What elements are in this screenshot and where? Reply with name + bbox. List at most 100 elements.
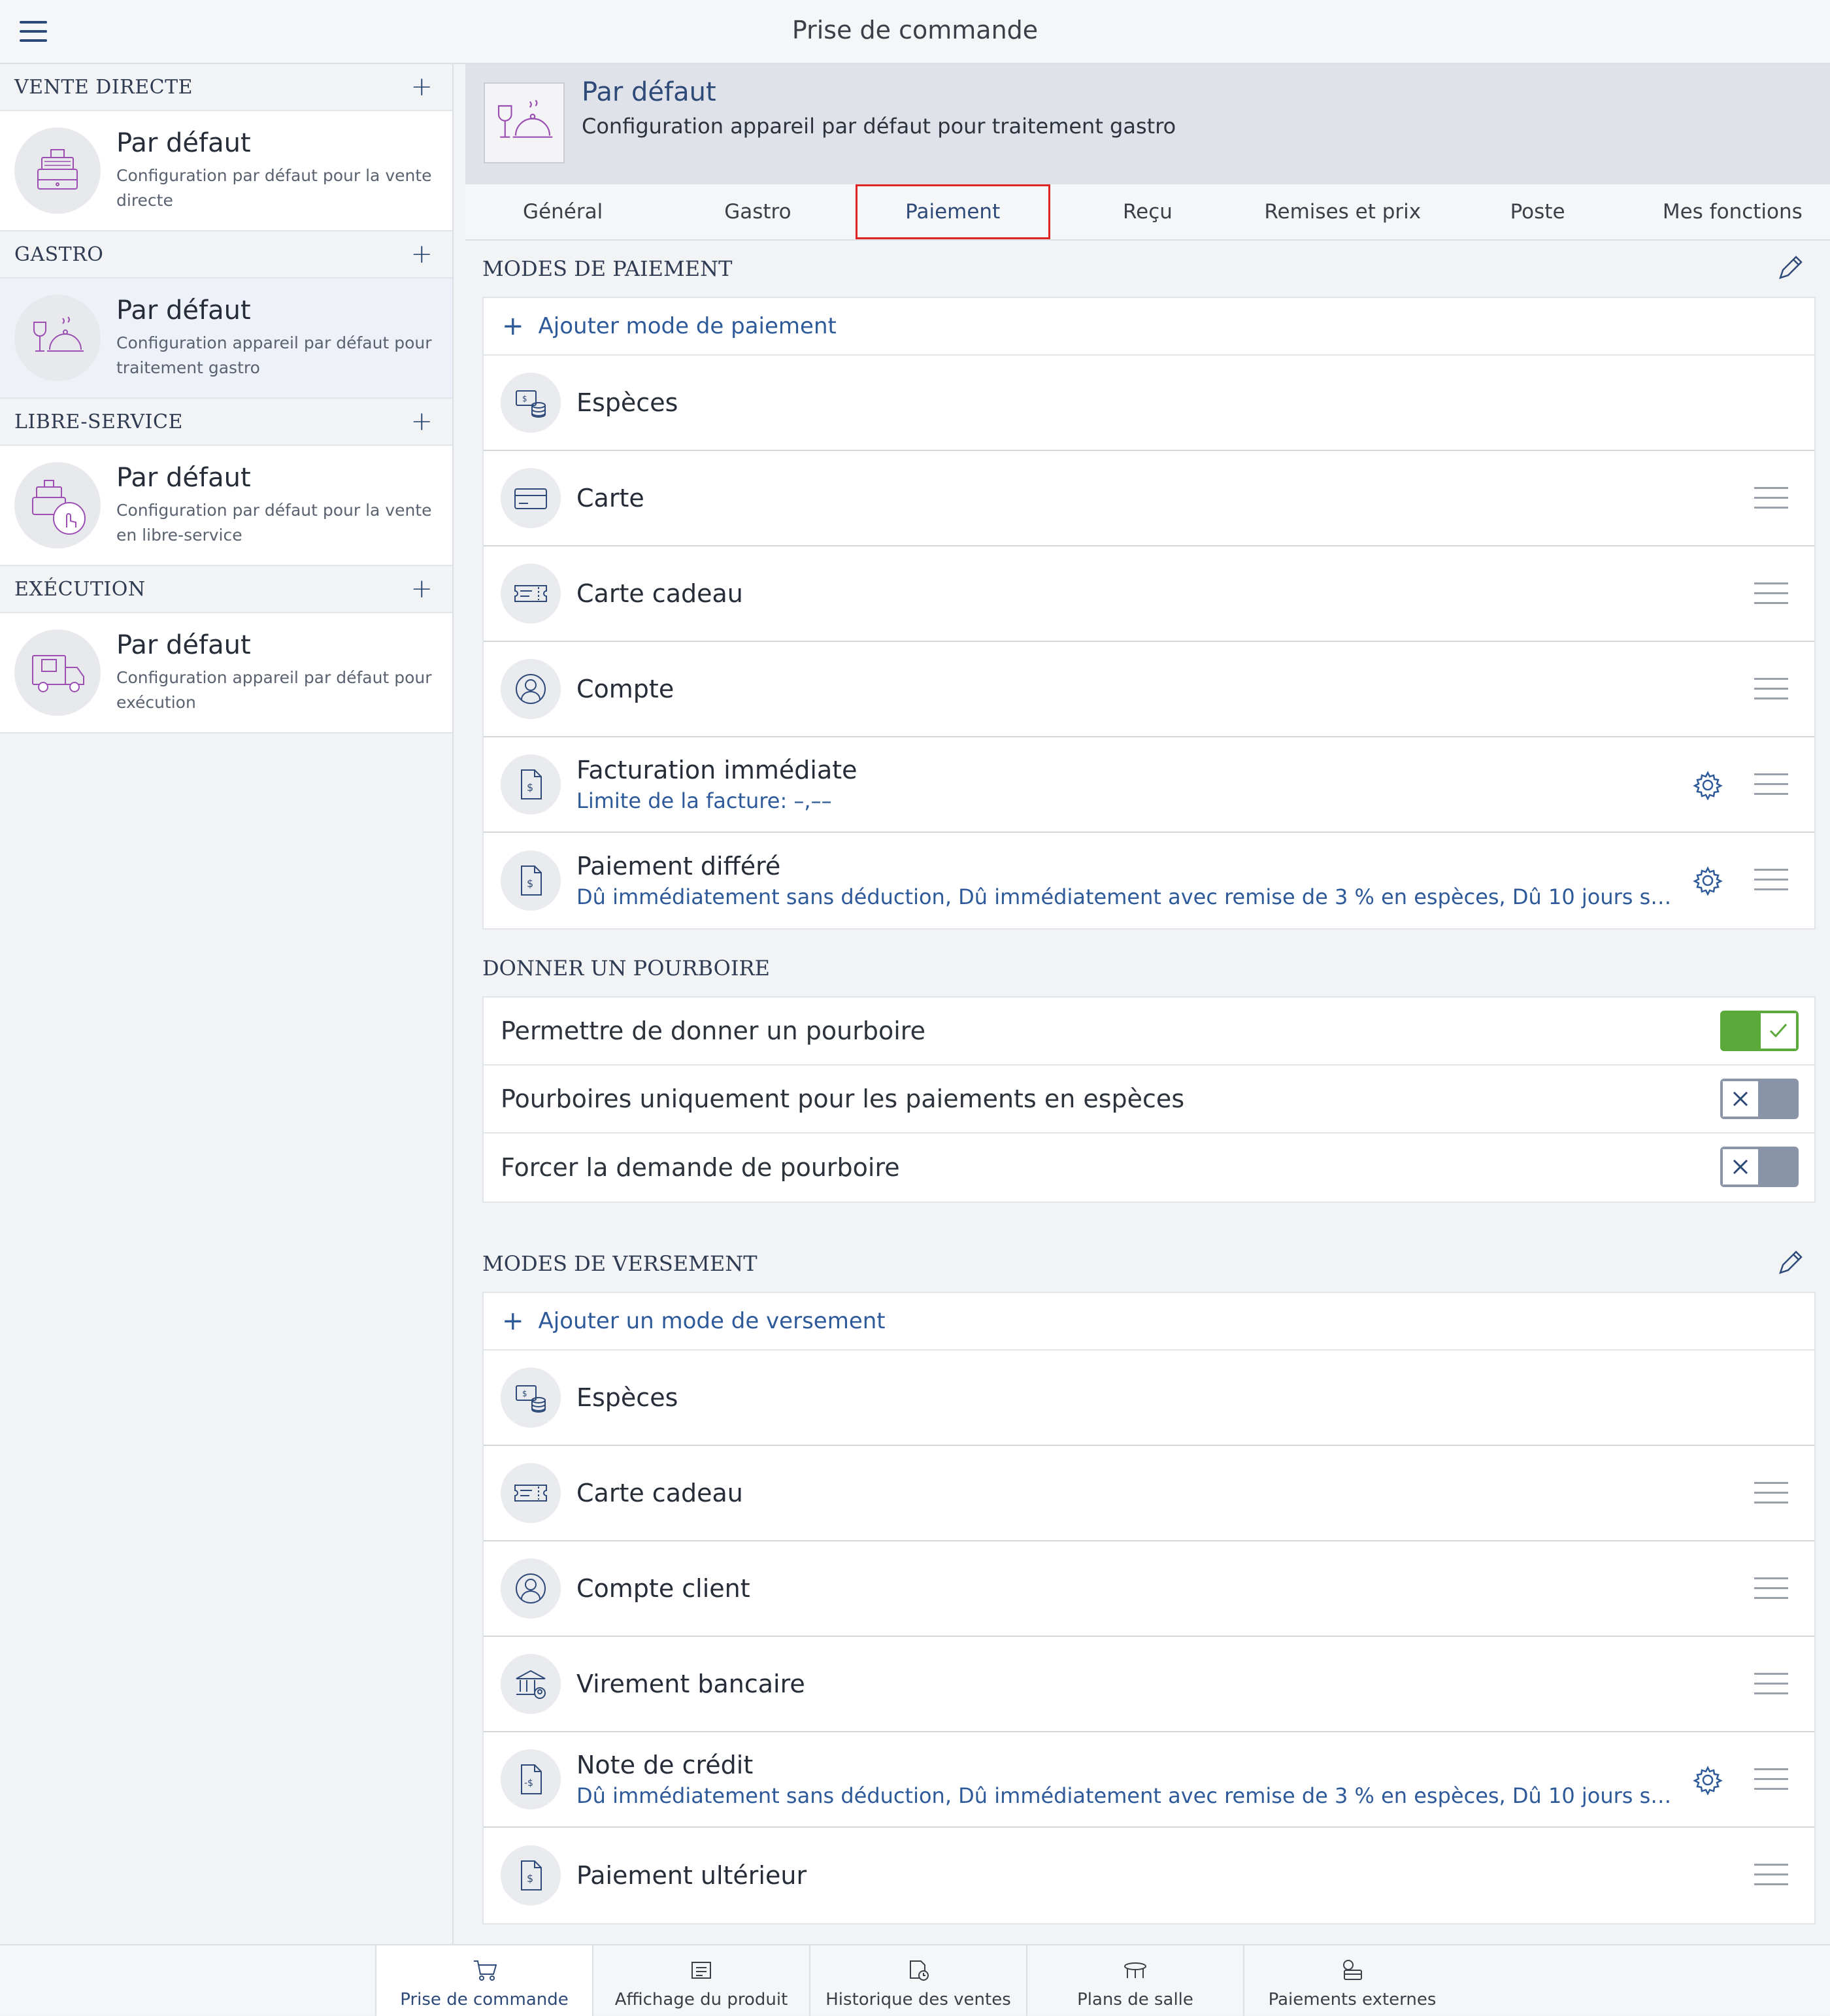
gear-icon[interactable]	[1693, 770, 1723, 800]
edit-icon[interactable]	[1775, 1249, 1804, 1278]
payout-mode-label: Carte cadeau	[576, 1479, 743, 1507]
drag-handle-icon[interactable]	[1754, 1768, 1788, 1798]
sidebar-item-gastro[interactable]: Par défaut Configuration appareil par dé…	[0, 278, 452, 399]
drag-handle-icon[interactable]	[1754, 582, 1788, 612]
sidebar-item-execution[interactable]: Par défaut Configuration appareil par dé…	[0, 613, 452, 733]
tab-mes-fonctions[interactable]: Mes fonctions	[1635, 184, 1830, 239]
payment-mode-label: Carte cadeau	[576, 579, 743, 608]
nav-plans-de-salle[interactable]: Plans de salle	[1026, 1945, 1243, 2016]
section-label: GASTRO	[14, 243, 104, 266]
user-icon	[501, 659, 561, 719]
payment-mode-carte[interactable]: Carte	[484, 451, 1814, 546]
sidebar-item-vente-directe[interactable]: Par défaut Configuration par défaut pour…	[0, 111, 452, 231]
invoice-icon: $	[501, 754, 561, 815]
check-icon	[1759, 1012, 1797, 1050]
sales-history-icon	[910, 1960, 929, 1981]
nav-label: Paiements externes	[1268, 1990, 1437, 2009]
drag-handle-icon[interactable]	[1754, 1482, 1788, 1511]
payment-mode-especes[interactable]: $ Espèces	[484, 356, 1814, 451]
payment-mode-paiement-differe[interactable]: $ Paiement différé Dû immédiatement sans…	[484, 833, 1814, 928]
card-icon	[501, 468, 561, 528]
tip-allow-row: Permettre de donner un pourboire	[484, 998, 1814, 1066]
allow-tip-toggle[interactable]	[1720, 1011, 1799, 1051]
payment-mode-label: Facturation immédiate	[576, 756, 857, 784]
svg-text:-$: -$	[524, 1778, 533, 1789]
tab-recu[interactable]: Reçu	[1050, 184, 1245, 239]
payment-mode-label: Paiement différé	[576, 852, 781, 881]
drag-handle-icon[interactable]	[1754, 678, 1788, 707]
tip-force-row: Forcer la demande de pourboire	[484, 1134, 1814, 1201]
section-label: VENTE DIRECTE	[14, 75, 193, 99]
cash-icon: $	[501, 373, 561, 433]
section-title: MODES DE PAIEMENT	[482, 256, 733, 281]
config-header: Par défaut Configuration appareil par dé…	[465, 64, 1830, 184]
tab-gastro[interactable]: Gastro	[660, 184, 855, 239]
payout-mode-especes[interactable]: $ Espèces	[484, 1351, 1814, 1446]
section-title: MODES DE VERSEMENT	[482, 1251, 757, 1276]
sidebar-section-execution: EXÉCUTION + Par défaut Configuration app…	[0, 566, 452, 733]
section-header: VENTE DIRECTE +	[0, 64, 452, 111]
payout-mode-compte-client[interactable]: Compte client	[484, 1541, 1814, 1637]
section-label: EXÉCUTION	[14, 577, 146, 601]
drag-handle-icon[interactable]	[1754, 1864, 1788, 1893]
payment-mode-compte[interactable]: Compte	[484, 642, 1814, 737]
drag-handle-icon[interactable]	[1754, 773, 1788, 803]
nav-affichage-du-produit[interactable]: Affichage du produit	[592, 1945, 809, 2016]
add-payout-mode-button[interactable]: + Ajouter un mode de versement	[484, 1293, 1814, 1351]
payout-mode-carte-cadeau[interactable]: Carte cadeau	[484, 1446, 1814, 1541]
drag-handle-icon[interactable]	[1754, 869, 1788, 898]
item-title: Par défaut	[116, 463, 251, 493]
gear-icon[interactable]	[1693, 865, 1723, 896]
payment-mode-label: Compte	[576, 675, 674, 703]
sidebar-item-libre-service[interactable]: Par défaut Configuration par défaut pour…	[0, 446, 452, 566]
plus-icon: +	[502, 1306, 524, 1336]
item-description: Configuration par défaut pour la vente d…	[116, 166, 432, 210]
tab-poste[interactable]: Poste	[1440, 184, 1635, 239]
main-panel: Par défaut Configuration appareil par dé…	[465, 64, 1830, 1944]
nav-historique-des-ventes[interactable]: Historique des ventes	[809, 1945, 1026, 2016]
svg-text:$: $	[522, 1389, 527, 1398]
tab-general[interactable]: Général	[465, 184, 660, 239]
add-icon[interactable]: +	[410, 241, 433, 267]
payment-modes-header: MODES DE PAIEMENT	[482, 241, 1816, 297]
payout-mode-paiement-ulterieur[interactable]: $ Paiement ultérieur	[484, 1828, 1814, 1923]
tab-remises-et-prix[interactable]: Remises et prix	[1245, 184, 1440, 239]
close-icon	[1722, 1080, 1759, 1118]
gear-icon[interactable]	[1693, 1765, 1723, 1795]
section-title: DONNER UN POURBOIRE	[482, 956, 770, 981]
add-payment-mode-button[interactable]: + Ajouter mode de paiement	[484, 298, 1814, 356]
payout-mode-label: Virement bancaire	[576, 1670, 805, 1698]
tab-paiement[interactable]: Paiement	[855, 184, 1051, 239]
drag-handle-icon[interactable]	[1754, 487, 1788, 516]
payment-mode-carte-cadeau[interactable]: Carte cadeau	[484, 546, 1814, 642]
svg-text:$: $	[522, 394, 527, 403]
user-icon	[501, 1558, 561, 1619]
drag-handle-icon[interactable]	[1754, 1673, 1788, 1702]
payout-modes-list: + Ajouter un mode de versement $ Espèces…	[482, 1292, 1816, 1924]
nav-label: Prise de commande	[400, 1990, 569, 2009]
cash-icon: $	[501, 1368, 561, 1428]
add-icon[interactable]: +	[410, 409, 433, 435]
drag-handle-icon[interactable]	[1754, 1577, 1788, 1607]
cash-only-tip-toggle[interactable]	[1720, 1079, 1799, 1119]
delivery-truck-icon	[14, 630, 101, 716]
nav-prise-de-commande[interactable]: Prise de commande	[375, 1945, 592, 2016]
cloche-wine-icon	[484, 82, 565, 163]
item-description: Configuration appareil par défaut pour e…	[116, 668, 432, 712]
sidebar-section-vente-directe: VENTE DIRECTE + Par défaut Configuration…	[0, 64, 452, 231]
edit-icon[interactable]	[1775, 254, 1804, 283]
force-tip-toggle[interactable]	[1720, 1147, 1799, 1187]
add-icon[interactable]: +	[410, 74, 433, 100]
tips-header: DONNER UN POURBOIRE	[482, 940, 1816, 996]
payout-modes-header: MODES DE VERSEMENT	[482, 1235, 1816, 1292]
item-title: Par défaut	[116, 128, 251, 158]
payout-mode-virement-bancaire[interactable]: Virement bancaire	[484, 1637, 1814, 1732]
top-bar: Prise de commande	[0, 0, 1830, 64]
toggle-label: Permettre de donner un pourboire	[501, 1016, 925, 1045]
payment-mode-facturation-immediate[interactable]: $ Facturation immédiate Limite de la fac…	[484, 737, 1814, 833]
payout-mode-note-de-credit[interactable]: -$ Note de crédit Dû immédiatement sans …	[484, 1732, 1814, 1828]
nav-paiements-externes[interactable]: Paiements externes	[1243, 1945, 1460, 2016]
nav-label: Plans de salle	[1077, 1990, 1193, 2009]
invoice-icon: $	[501, 1845, 561, 1906]
add-icon[interactable]: +	[410, 576, 433, 602]
